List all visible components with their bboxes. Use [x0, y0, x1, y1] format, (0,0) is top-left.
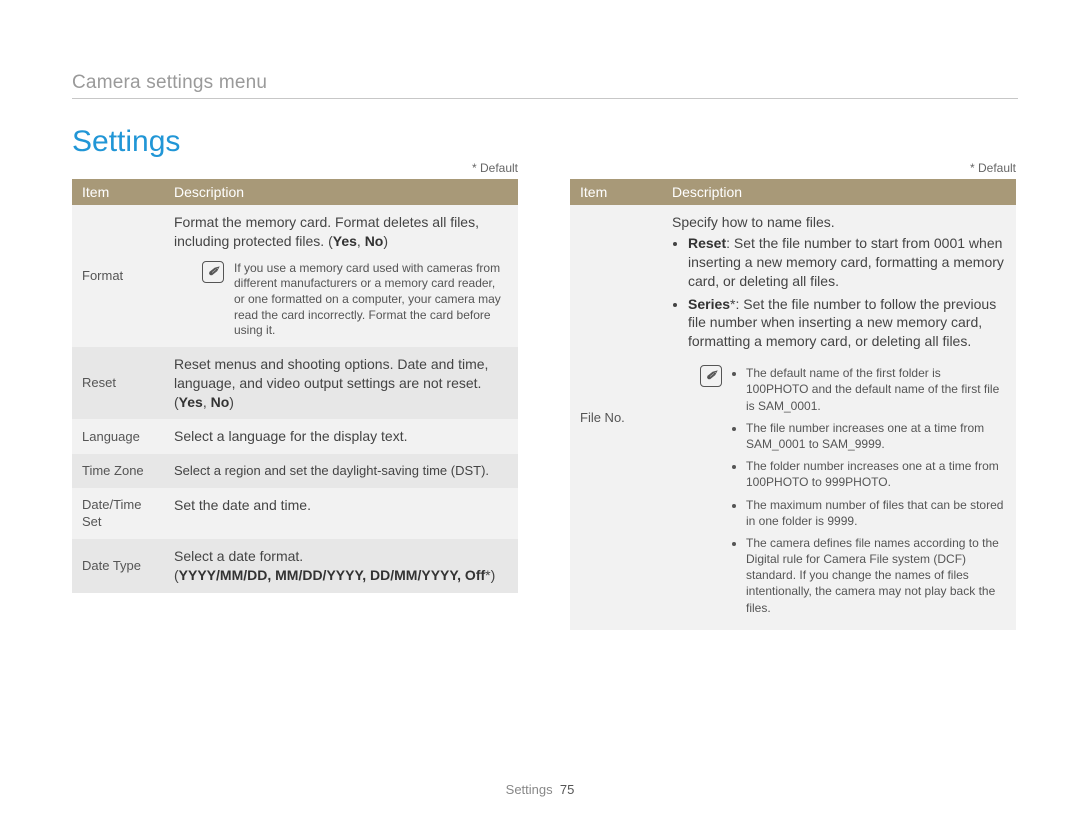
list-item: The default name of the first folder is …	[746, 365, 1006, 414]
list-item: The folder number increases one at a tim…	[746, 458, 1006, 490]
table-row: Time Zone Select a region and set the da…	[72, 454, 518, 488]
item-format: Format	[72, 205, 164, 347]
desc-datetype: Select a date format. (YYYY/MM/DD, MM/DD…	[164, 539, 518, 593]
note-icon: ✐	[202, 261, 224, 283]
table-row: File No. Specify how to name files. Rese…	[570, 205, 1016, 630]
list-item: The camera defines file names according …	[746, 535, 1006, 616]
item-datetime: Date/Time Set	[72, 488, 164, 539]
content-columns: * Default Item Description Format Format…	[72, 161, 1018, 630]
page-footer: Settings 75	[0, 782, 1080, 797]
desc-timezone: Select a region and set the daylight-sav…	[164, 454, 518, 488]
col-header-item: Item	[72, 179, 164, 205]
desc-format: Format the memory card. Format deletes a…	[164, 205, 518, 347]
right-column: * Default Item Description File No. Spec…	[570, 161, 1016, 630]
desc-language: Select a language for the display text.	[164, 419, 518, 454]
footer-page-number: 75	[560, 782, 574, 797]
table-row: Reset Reset menus and shooting options. …	[72, 347, 518, 420]
col-header-description: Description	[164, 179, 518, 205]
table-row: Format Format the memory card. Format de…	[72, 205, 518, 347]
note-icon: ✐	[700, 365, 722, 387]
desc-datetime: Set the date and time.	[164, 488, 518, 539]
page-title: Settings	[72, 125, 1018, 159]
desc-reset: Reset menus and shooting options. Date a…	[164, 347, 518, 420]
breadcrumb: Camera settings menu	[72, 72, 1018, 99]
table-row: Language Select a language for the displ…	[72, 419, 518, 454]
list-item: The file number increases one at a time …	[746, 420, 1006, 452]
settings-table-left: Item Description Format Format the memor…	[72, 179, 518, 593]
item-fileno: File No.	[570, 205, 662, 630]
table-row: Date/Time Set Set the date and time.	[72, 488, 518, 539]
fileno-options: Reset: Set the file number to start from…	[672, 234, 1006, 351]
note-text: If you use a memory card used with camer…	[234, 261, 508, 339]
default-note-right: * Default	[570, 161, 1016, 175]
list-item: Series*: Set the file number to follow t…	[688, 295, 1006, 352]
table-row: Date Type Select a date format. (YYYY/MM…	[72, 539, 518, 593]
item-timezone: Time Zone	[72, 454, 164, 488]
list-item: The maximum number of files that can be …	[746, 497, 1006, 529]
note-box: ✐ The default name of the first folder i…	[700, 365, 1006, 622]
col-header-item: Item	[570, 179, 662, 205]
page: Camera settings menu Settings * Default …	[0, 0, 1080, 630]
list-item: Reset: Set the file number to start from…	[688, 234, 1006, 291]
item-datetype: Date Type	[72, 539, 164, 593]
col-header-description: Description	[662, 179, 1016, 205]
fileno-notes: The default name of the first folder is …	[732, 365, 1006, 622]
footer-label: Settings	[506, 782, 553, 797]
desc-fileno: Specify how to name files. Reset: Set th…	[662, 205, 1016, 630]
left-column: * Default Item Description Format Format…	[72, 161, 518, 630]
settings-table-right: Item Description File No. Specify how to…	[570, 179, 1016, 630]
item-language: Language	[72, 419, 164, 454]
note-box: ✐ If you use a memory card used with cam…	[202, 261, 508, 339]
default-note-left: * Default	[72, 161, 518, 175]
item-reset: Reset	[72, 347, 164, 420]
